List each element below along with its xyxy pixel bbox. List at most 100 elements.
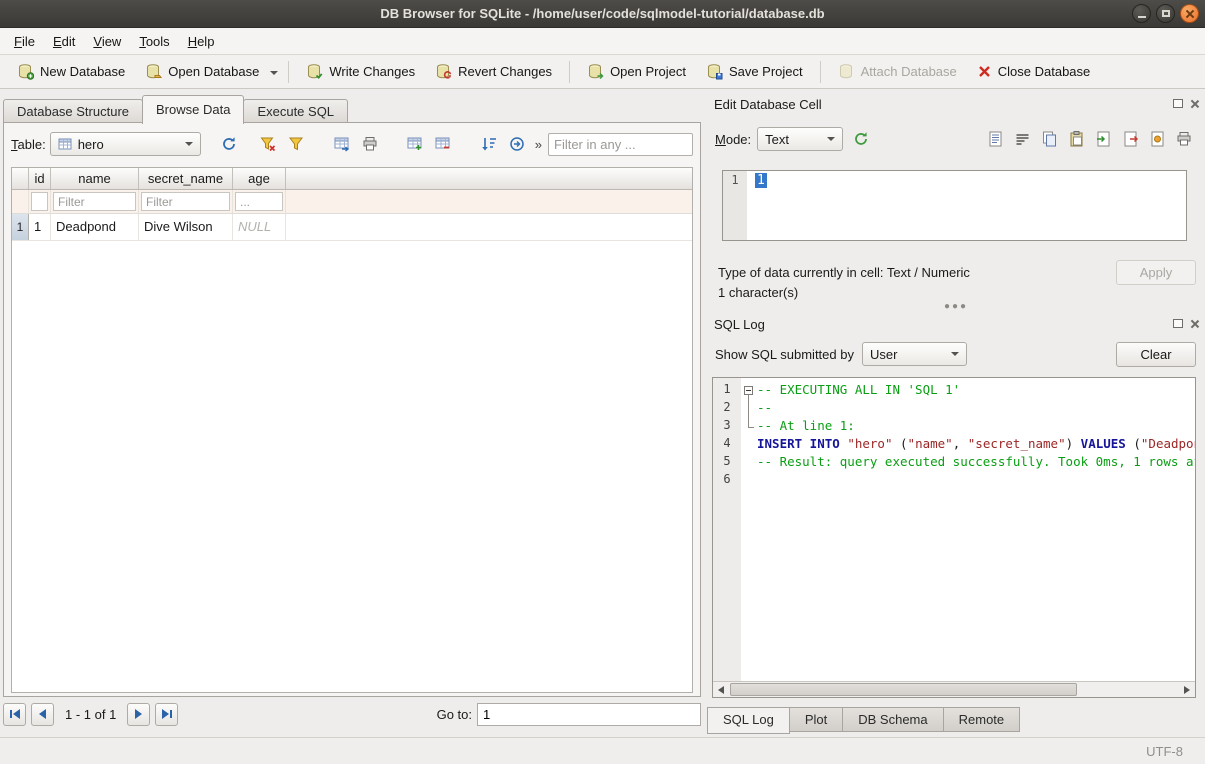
log-line-number: 2 bbox=[713, 400, 741, 418]
printer-icon bbox=[362, 136, 378, 152]
delete-record-button[interactable] bbox=[431, 133, 455, 155]
copy-cell-button[interactable] bbox=[1037, 128, 1061, 150]
grid-filter-row bbox=[12, 190, 692, 214]
menu-item-view[interactable]: View bbox=[84, 30, 130, 53]
title-bar[interactable]: DB Browser for SQLite - /home/user/code/… bbox=[0, 0, 1205, 28]
filter-input-secret-name[interactable] bbox=[141, 192, 230, 211]
close-dock-icon[interactable] bbox=[1189, 319, 1199, 329]
close-dock-icon[interactable] bbox=[1189, 99, 1199, 109]
cell-type-text: Type of data currently in cell: Text / N… bbox=[718, 265, 970, 280]
cell-id[interactable]: 1 bbox=[29, 214, 51, 240]
tab-browse-data[interactable]: Browse Data bbox=[142, 95, 244, 124]
column-header-name[interactable]: name bbox=[51, 168, 139, 189]
clear-filters-button[interactable] bbox=[256, 133, 280, 155]
next-page-button[interactable] bbox=[127, 703, 150, 726]
edit-cell-toolbar: Mode: Text bbox=[715, 125, 1196, 153]
text-view-button[interactable] bbox=[983, 128, 1007, 150]
sql-log-lines: 1-- EXECUTING ALL IN 'SQL 1'2--3-- At li… bbox=[713, 378, 1195, 490]
filter-cell-name bbox=[51, 190, 139, 213]
float-dock-icon[interactable] bbox=[1173, 99, 1183, 108]
import-cell-button[interactable] bbox=[1091, 128, 1115, 150]
set-null-button[interactable] bbox=[1145, 128, 1169, 150]
dock-tab-sql-log[interactable]: SQL Log bbox=[707, 707, 790, 734]
menu-item-edit[interactable]: Edit bbox=[44, 30, 84, 53]
filter-input-name[interactable] bbox=[53, 192, 136, 211]
paste-icon bbox=[1069, 131, 1084, 147]
print-cell-button[interactable] bbox=[1172, 128, 1196, 150]
paste-cell-button[interactable] bbox=[1064, 128, 1088, 150]
clear-log-button[interactable]: Clear bbox=[1116, 342, 1196, 367]
table-row: 11DeadpondDive WilsonNULL bbox=[12, 214, 692, 241]
dock-tab-db-schema[interactable]: DB Schema bbox=[842, 707, 943, 732]
close-database-button[interactable]: Close Database bbox=[968, 59, 1100, 84]
save-results-button[interactable] bbox=[330, 133, 354, 155]
filter-icon bbox=[288, 136, 304, 152]
clear-filters-icon bbox=[260, 136, 276, 152]
refresh-button[interactable] bbox=[217, 133, 241, 155]
save-project-button[interactable]: Save Project bbox=[697, 58, 812, 85]
sql-log-editor[interactable]: 1-- EXECUTING ALL IN 'SQL 1'2--3-- At li… bbox=[712, 377, 1196, 698]
last-page-icon bbox=[162, 709, 169, 719]
sort-button[interactable] bbox=[477, 133, 501, 155]
minimize-icon[interactable] bbox=[1132, 4, 1151, 23]
first-page-button[interactable] bbox=[3, 703, 26, 726]
menu-item-file[interactable]: File bbox=[5, 30, 44, 53]
column-header-id[interactable]: id bbox=[29, 168, 51, 189]
close-icon[interactable] bbox=[1180, 4, 1199, 23]
attach-database-button: Attach Database bbox=[829, 58, 966, 85]
filter-input-age[interactable] bbox=[235, 192, 283, 211]
filter-any-input[interactable] bbox=[548, 133, 693, 156]
open-database-button[interactable]: Open Database bbox=[136, 58, 268, 85]
filter-options-button[interactable] bbox=[284, 133, 308, 155]
mode-select[interactable]: Text bbox=[757, 127, 843, 151]
menu-item-help[interactable]: Help bbox=[179, 30, 224, 53]
cell-secret-name[interactable]: Dive Wilson bbox=[139, 214, 233, 240]
last-page-button[interactable] bbox=[155, 703, 178, 726]
filter-input-id[interactable] bbox=[31, 192, 48, 211]
row-number-cell[interactable]: 1 bbox=[12, 214, 29, 240]
column-header-age[interactable]: age bbox=[233, 168, 286, 189]
scroll-left-icon[interactable] bbox=[713, 682, 729, 697]
maximize-icon[interactable] bbox=[1156, 4, 1175, 23]
export-cell-button[interactable] bbox=[1118, 128, 1142, 150]
horizontal-scrollbar[interactable] bbox=[713, 681, 1195, 697]
float-dock-icon[interactable] bbox=[1173, 319, 1183, 328]
printer-icon bbox=[1176, 131, 1192, 147]
word-wrap-button[interactable] bbox=[1010, 128, 1034, 150]
log-line-number: 1 bbox=[713, 382, 741, 400]
prev-page-button[interactable] bbox=[31, 703, 54, 726]
revert-changes-button[interactable]: Revert Changes bbox=[426, 58, 561, 85]
table-select[interactable]: hero bbox=[50, 132, 201, 156]
write-changes-button[interactable]: Write Changes bbox=[297, 58, 424, 85]
data-grid[interactable]: idnamesecret_nameage 11DeadpondDive Wils… bbox=[11, 167, 693, 693]
auto-format-button[interactable] bbox=[849, 128, 873, 150]
print-button[interactable] bbox=[358, 133, 382, 155]
cell-info-row: Type of data currently in cell: Text / N… bbox=[718, 259, 1196, 285]
cell-age[interactable]: NULL bbox=[233, 214, 286, 240]
open-database-dropdown-icon[interactable] bbox=[270, 71, 278, 79]
open-project-button[interactable]: Open Project bbox=[578, 58, 695, 85]
dock-tab-plot[interactable]: Plot bbox=[789, 707, 843, 732]
goto-input[interactable] bbox=[477, 703, 701, 726]
app-window: DB Browser for SQLite - /home/user/code/… bbox=[0, 0, 1205, 764]
new-database-button[interactable]: New Database bbox=[8, 58, 134, 85]
column-header-secret-name[interactable]: secret_name bbox=[139, 168, 233, 189]
menu-item-tools[interactable]: Tools bbox=[130, 30, 178, 53]
tab-database-structure[interactable]: Database Structure bbox=[3, 99, 143, 123]
scrollbar-thumb[interactable] bbox=[730, 683, 1077, 696]
revert-changes-icon bbox=[435, 63, 452, 80]
submitted-by-select[interactable]: User bbox=[862, 342, 967, 366]
cell-name[interactable]: Deadpond bbox=[51, 214, 139, 240]
cell-editor[interactable]: 1 1 bbox=[722, 170, 1187, 241]
goto-cell-button[interactable] bbox=[505, 133, 529, 155]
dock-tab-remote[interactable]: Remote bbox=[943, 707, 1021, 732]
dock-splitter-handle[interactable]: ●●● bbox=[707, 301, 1205, 312]
tab-execute-sql[interactable]: Execute SQL bbox=[243, 99, 348, 123]
toolbar-overflow-button[interactable]: » bbox=[533, 137, 544, 152]
fold-marker[interactable] bbox=[741, 382, 757, 400]
scroll-right-icon[interactable] bbox=[1179, 682, 1195, 697]
next-page-icon bbox=[135, 709, 142, 719]
main-tabs: Database StructureBrowse DataExecute SQL bbox=[3, 94, 347, 123]
left-panel: Database StructureBrowse DataExecute SQL… bbox=[0, 89, 705, 737]
new-record-button[interactable] bbox=[403, 133, 427, 155]
